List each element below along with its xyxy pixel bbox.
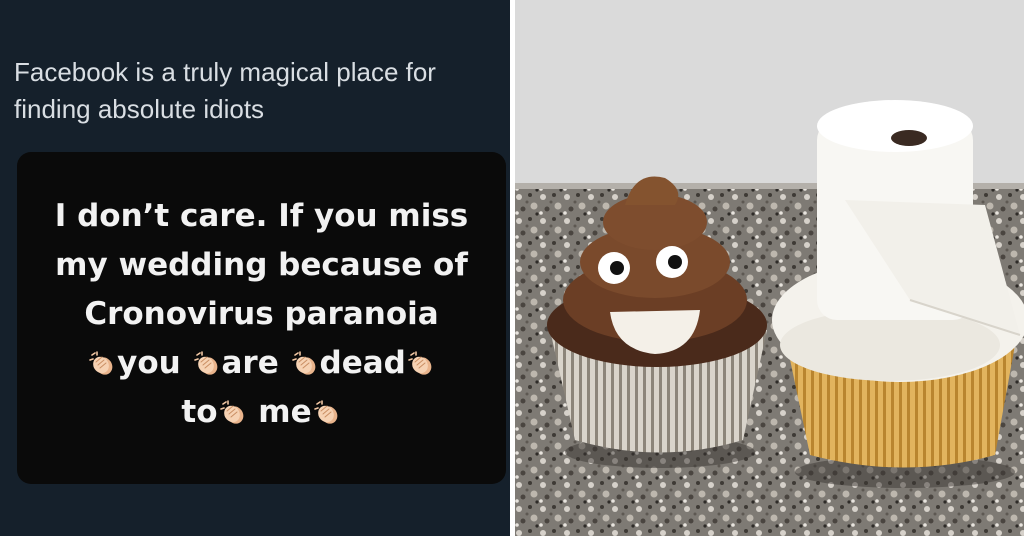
tweet-text-line-1: Facebook is a truly magical place for bbox=[14, 57, 436, 87]
story-word: are bbox=[221, 345, 279, 381]
clapping-hands-icon bbox=[89, 351, 115, 377]
tweet-text-line-2: finding absolute idiots bbox=[14, 94, 265, 124]
story-line-1: I don’t care. If you miss bbox=[54, 198, 469, 234]
tweet-text: Facebook is a truly magical place for fi… bbox=[14, 54, 504, 128]
tweet-panel: Facebook is a truly magical place for fi… bbox=[0, 0, 510, 536]
story-line-3: Cronovirus paranoia bbox=[84, 296, 439, 332]
story-word: you bbox=[117, 345, 181, 381]
story-line-5: to me bbox=[17, 388, 506, 437]
clapping-hands-icon bbox=[194, 351, 220, 377]
clapping-hands-icon bbox=[314, 400, 340, 426]
clapping-hands-icon bbox=[408, 351, 434, 377]
cupcake-photo bbox=[515, 0, 1024, 536]
story-card: I don’t care. If you miss my wedding bec… bbox=[17, 152, 506, 484]
story-line-2: my wedding because of bbox=[55, 247, 468, 283]
story-word: dead bbox=[319, 345, 406, 381]
story-word: me bbox=[258, 394, 312, 430]
story-text: I don’t care. If you miss my wedding bec… bbox=[17, 192, 506, 437]
story-line-4: you are dead bbox=[17, 339, 506, 388]
clapping-hands-icon bbox=[220, 400, 246, 426]
story-word: to bbox=[181, 394, 218, 430]
clapping-hands-icon bbox=[292, 351, 318, 377]
